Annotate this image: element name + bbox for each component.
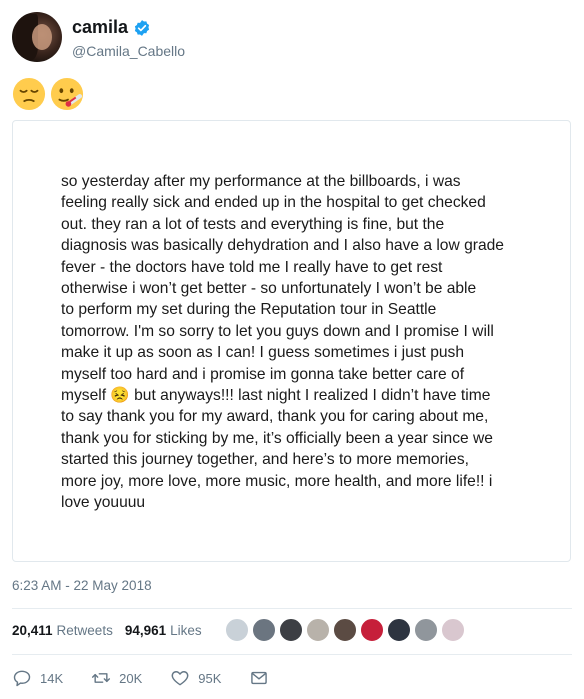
heart-icon xyxy=(171,671,189,686)
divider xyxy=(12,608,572,609)
reply-count: 14K xyxy=(40,670,64,686)
divider xyxy=(12,654,572,655)
retweet-icon xyxy=(92,673,111,683)
direct-message-button[interactable] xyxy=(249,668,277,688)
tweet-timestamp[interactable]: 6:23 AM - 22 May 2018 xyxy=(12,578,152,593)
retweet-count: 20K xyxy=(119,670,143,686)
display-name[interactable]: camila xyxy=(72,17,128,38)
liker-avatar[interactable] xyxy=(441,618,465,642)
tweet-emojis xyxy=(12,77,88,111)
engagement-stats: 20,411 Retweets 94,961 Likes xyxy=(12,623,214,638)
likes-count[interactable]: 94,961 xyxy=(125,623,166,638)
note-image-card[interactable]: so yesterday after my performance at the… xyxy=(12,120,571,562)
retweets-count[interactable]: 20,411 xyxy=(12,623,53,638)
liker-avatar[interactable] xyxy=(252,618,276,642)
reply-button[interactable]: 14K xyxy=(12,668,63,688)
pensive-face-icon xyxy=(12,77,46,111)
liker-avatars xyxy=(225,618,468,642)
envelope-icon xyxy=(251,671,268,685)
retweets-label[interactable]: Retweets xyxy=(57,623,113,638)
like-button[interactable]: 95K xyxy=(170,668,221,688)
note-text: so yesterday after my performance at the… xyxy=(61,173,504,512)
retweet-button[interactable]: 20K xyxy=(91,668,142,688)
face-with-thermometer-icon xyxy=(50,77,84,111)
liker-avatar[interactable] xyxy=(360,618,384,642)
likes-label[interactable]: Likes xyxy=(170,623,202,638)
reply-icon xyxy=(13,670,31,687)
liker-avatar[interactable] xyxy=(279,618,303,642)
name-row: camila xyxy=(72,17,151,38)
avatar[interactable] xyxy=(12,12,62,62)
like-count: 95K xyxy=(198,670,222,686)
liker-avatar[interactable] xyxy=(387,618,411,642)
liker-avatar[interactable] xyxy=(225,618,249,642)
liker-avatar[interactable] xyxy=(333,618,357,642)
tweet-header: camila @Camila_Cabello xyxy=(12,12,572,64)
liker-avatar[interactable] xyxy=(414,618,438,642)
tweet-actions: 14K 20K 95K xyxy=(12,668,305,688)
liker-avatar[interactable] xyxy=(306,618,330,642)
user-handle[interactable]: @Camila_Cabello xyxy=(72,43,185,59)
verified-badge-icon xyxy=(134,19,150,36)
